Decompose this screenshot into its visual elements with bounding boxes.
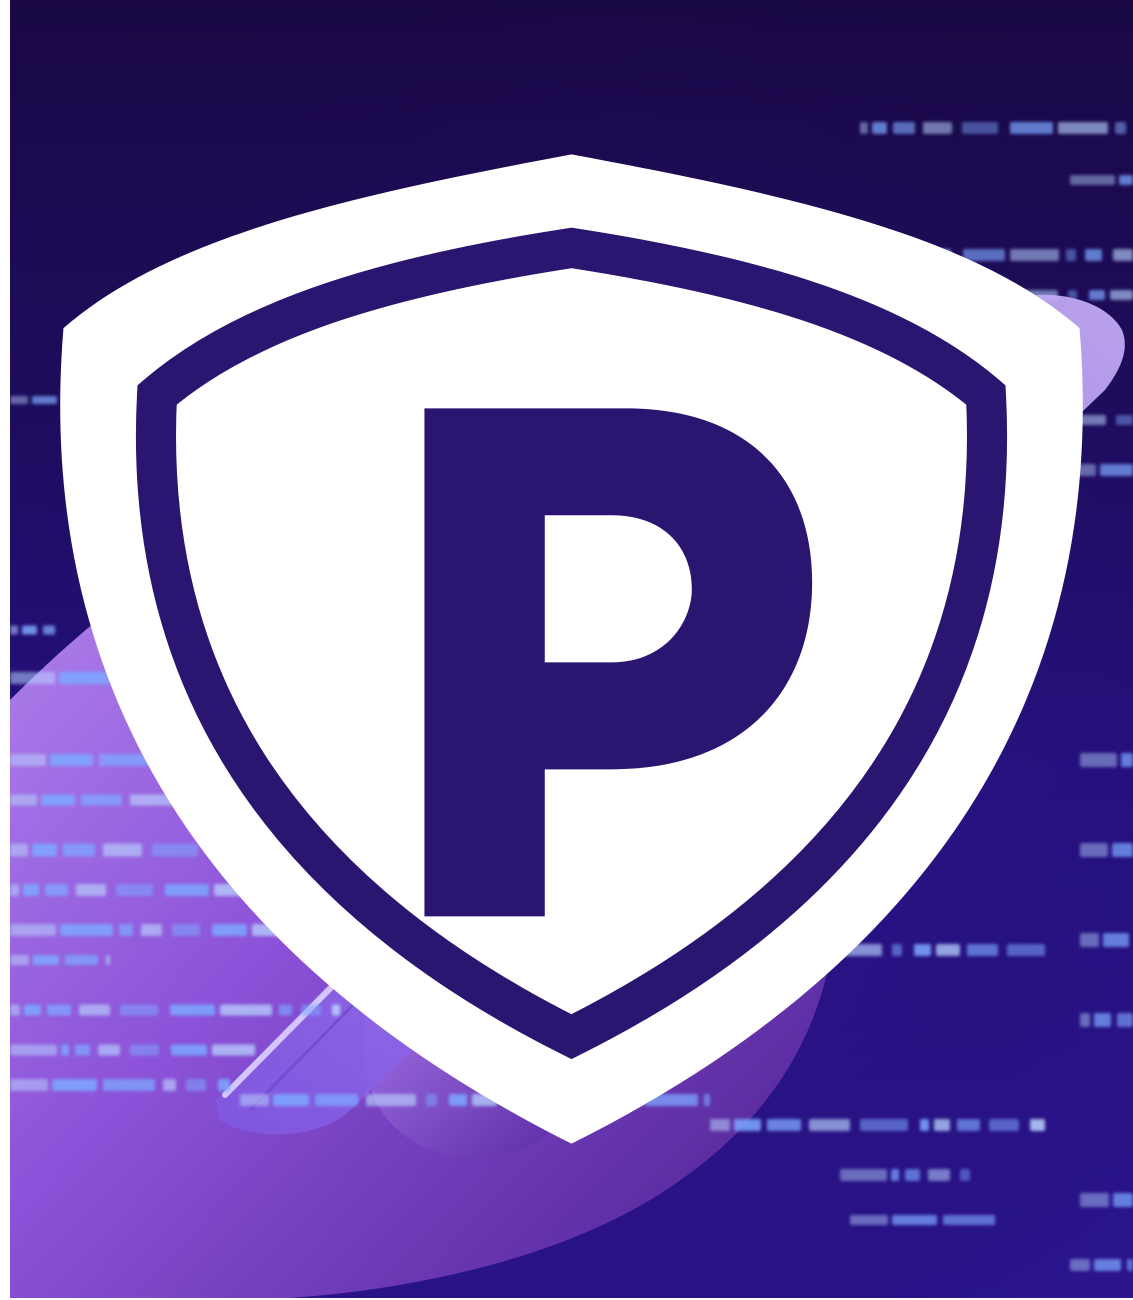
shield-p-icon xyxy=(60,154,1083,1144)
hero-photo xyxy=(10,0,1133,1298)
